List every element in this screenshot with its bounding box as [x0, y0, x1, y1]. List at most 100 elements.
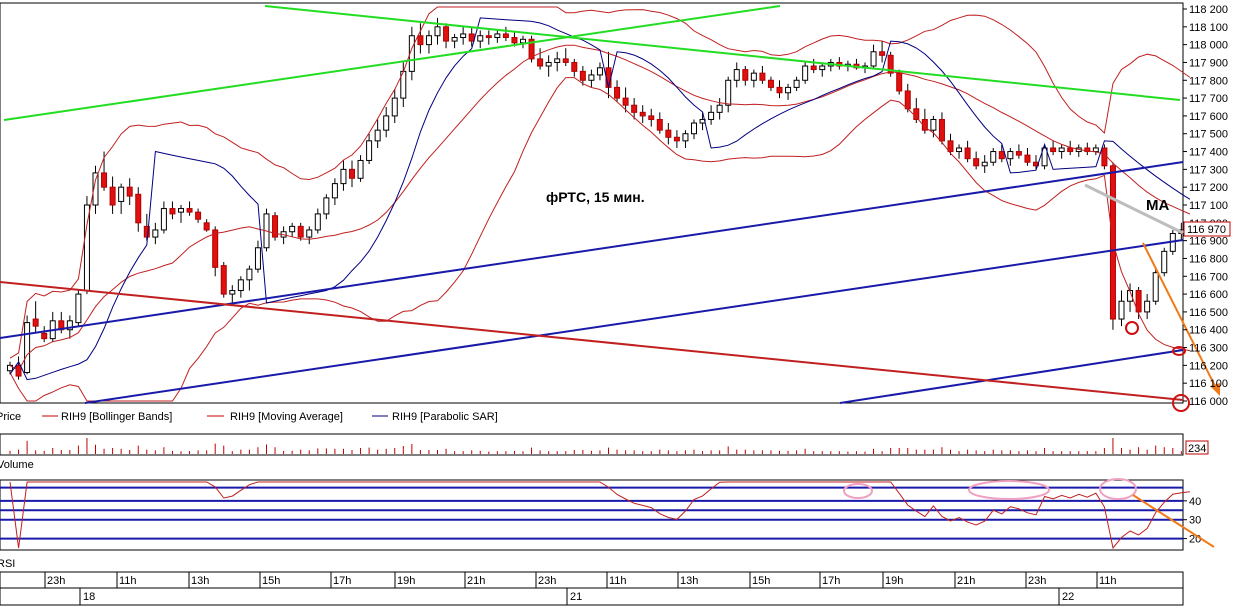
price-tick-label: 117 200 [1189, 182, 1228, 194]
candle-body [1118, 300, 1125, 320]
time-hour-label: 23h [1028, 575, 1046, 587]
rsi-tick-label: 30 [1189, 515, 1201, 527]
candle-body [374, 129, 381, 142]
chart-title-annotation: фРТС, 15 мин. [546, 189, 645, 205]
time-hour-label: 11h [119, 575, 137, 587]
legend-sar: RIH9 [Parabolic SAR] [392, 411, 498, 423]
candle-body [810, 65, 817, 71]
candle-body [665, 129, 672, 138]
price-tick-label: 116 400 [1189, 325, 1228, 337]
candle-body [314, 213, 321, 231]
candle-body [896, 72, 903, 92]
candle-body [631, 104, 638, 113]
time-hour-label: 21h [467, 575, 485, 587]
price-tick-label: 116 600 [1189, 289, 1228, 301]
candle-body [383, 115, 390, 131]
volume-panel-label: Volume [0, 459, 34, 471]
candle-body [169, 208, 176, 215]
legend-bollinger: RIH9 [Bollinger Bands] [61, 411, 172, 423]
candle-body [32, 318, 39, 327]
rsi-tick-label: 40 [1189, 496, 1201, 508]
candle-body [520, 38, 526, 44]
candle-body [1144, 300, 1151, 313]
candle-body [237, 279, 244, 292]
price-tick-label: 118 100 [1189, 22, 1228, 34]
candle-body [417, 35, 424, 46]
time-hour-label: 15h [752, 575, 770, 587]
candle-body [981, 161, 988, 167]
time-hour-label: 19h [397, 575, 415, 587]
candle-body [135, 193, 142, 224]
candle-body [673, 136, 680, 142]
candle-body [289, 225, 296, 233]
candle-body [588, 74, 595, 81]
time-hour-label: 23h [538, 575, 556, 587]
candle-body [819, 65, 826, 71]
price-tick-label: 118 000 [1189, 40, 1228, 52]
candle-body [118, 186, 125, 202]
candle-body [733, 69, 740, 81]
time-day-label: 18 [83, 591, 95, 603]
time-hour-label: 19h [885, 575, 903, 587]
candle-body [537, 58, 544, 67]
price-tick-label: 117 500 [1189, 129, 1228, 141]
candle-body [511, 37, 518, 44]
candle-body [434, 26, 441, 37]
candle-body [759, 72, 766, 81]
candle-body [229, 290, 236, 295]
time-day-label: 22 [1062, 591, 1074, 603]
price-tick-label: 116 700 [1189, 271, 1228, 283]
time-hour-label: 21h [957, 575, 975, 587]
time-hour-label: 17h [822, 575, 840, 587]
candle-body [443, 26, 450, 42]
candle-body [109, 186, 116, 206]
candle-body [1024, 154, 1031, 163]
ma-annotation: MA [1146, 197, 1169, 214]
candle-body [870, 51, 877, 67]
candle-body [366, 140, 373, 161]
candle-body [340, 168, 347, 185]
price-axis: 118 200 118 100 118 000 117 900 117 800 117 7… [1183, 4, 1228, 408]
candle-body [460, 33, 467, 39]
candle-body [254, 247, 261, 270]
price-tick-label: 116 300 [1189, 343, 1228, 355]
candle-body [1152, 272, 1159, 302]
price-tick-label: 116 000 [1189, 396, 1228, 408]
candle-body [349, 168, 355, 179]
candle-body [682, 133, 689, 142]
time-hour-label: 13h [191, 575, 209, 587]
candle-body [1007, 151, 1014, 160]
price-tick-label: 117 600 [1189, 111, 1228, 123]
candle-body [562, 58, 569, 63]
candle-body [178, 208, 184, 213]
candle-body [468, 33, 475, 42]
candle-body [571, 61, 578, 72]
candle-body [545, 61, 552, 67]
price-tick-label: 116 500 [1189, 307, 1228, 319]
candle-body [160, 208, 167, 231]
legend-ma: RIH9 [Moving Average] [230, 411, 343, 423]
candle-body [767, 79, 774, 88]
candle-body [964, 147, 971, 160]
price-tick-label: 117 900 [1189, 57, 1228, 69]
time-hour-label: 17h [333, 575, 351, 587]
candle-body [246, 268, 253, 281]
chart-svg: фРТС, 15 мин. MA 118 200 118 100 118 000 11… [0, 2, 1231, 606]
time-hour-label: 11h [609, 575, 627, 587]
candle-body [639, 111, 646, 117]
candle-body [391, 97, 398, 117]
candle-body [785, 86, 792, 94]
candle-body [579, 70, 586, 81]
candle-body [101, 172, 108, 188]
candle-body [357, 159, 364, 179]
time-hour-label: 11h [1099, 575, 1117, 587]
candle-body [297, 225, 304, 238]
candle-body [990, 151, 997, 163]
candle-body [126, 186, 133, 197]
time-hour-label: 13h [680, 575, 698, 587]
candle-body [648, 115, 655, 120]
candle-body [306, 229, 313, 238]
price-tick-label: 118 200 [1189, 4, 1228, 16]
candle-body [998, 151, 1005, 160]
candle-body [904, 90, 911, 110]
